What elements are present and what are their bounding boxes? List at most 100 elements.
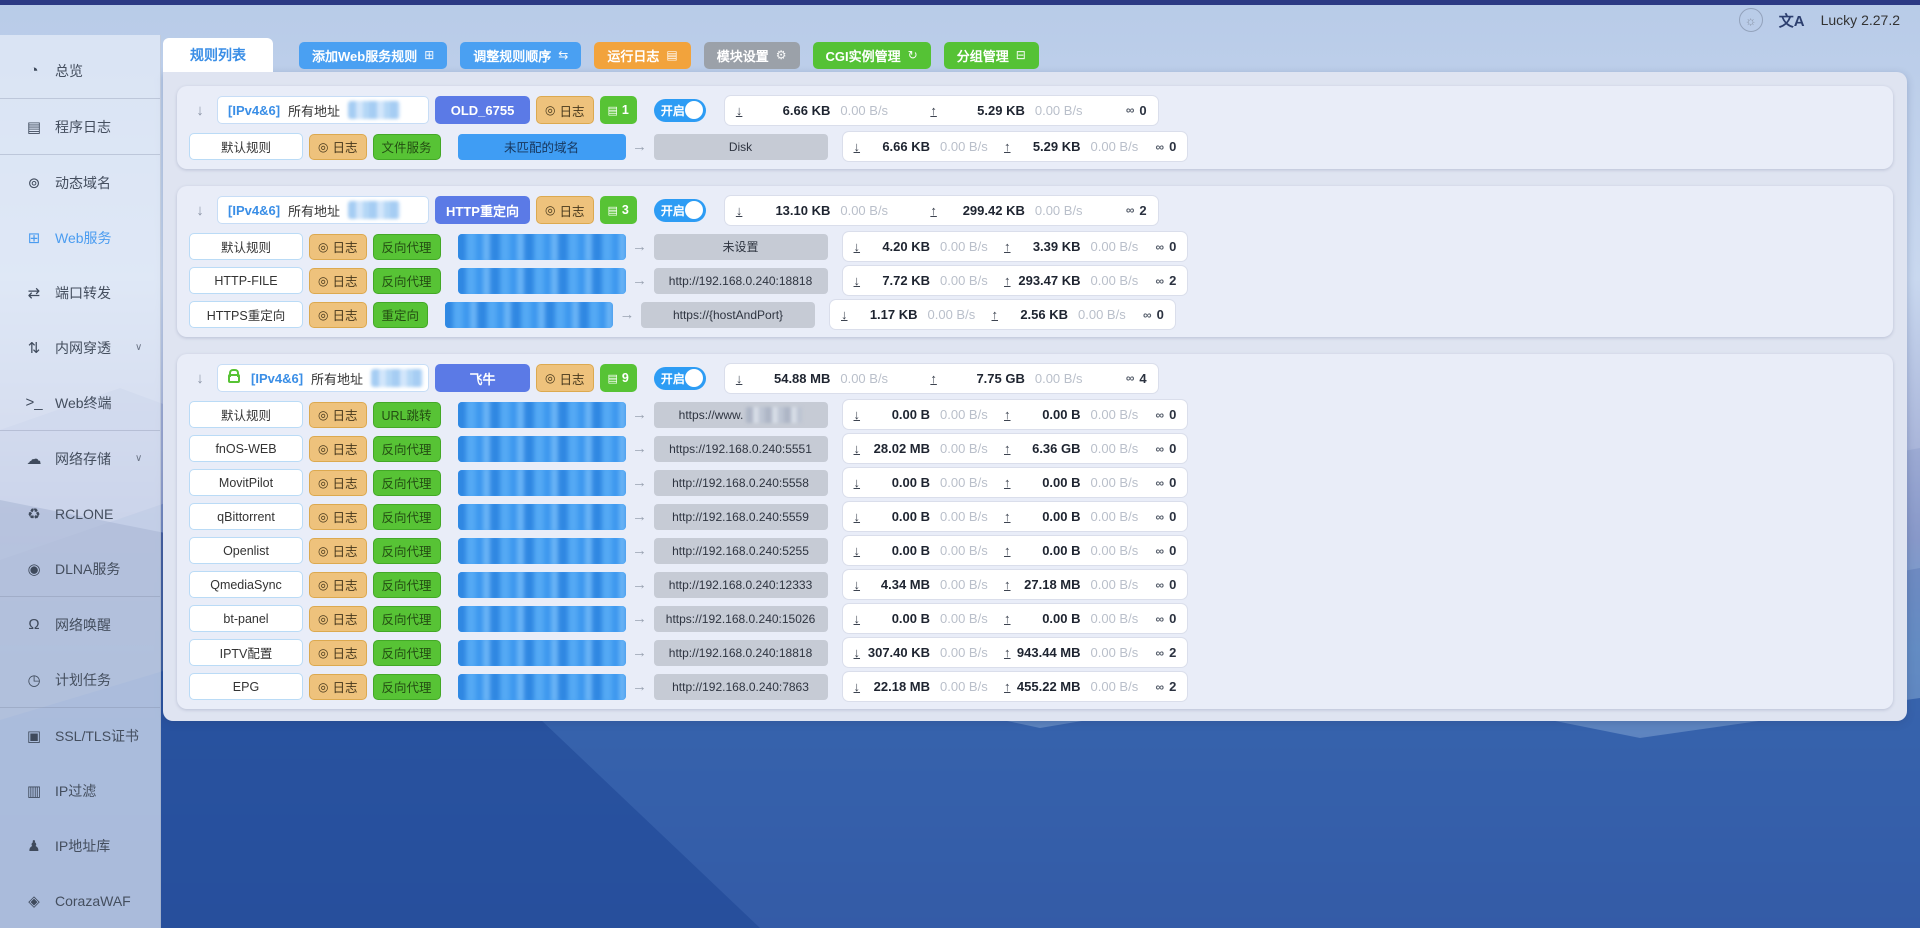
- rule-count-badge[interactable]: ▤ 9: [599, 364, 637, 392]
- sidebar-item-web-terminal[interactable]: >_ Web终端: [0, 375, 160, 430]
- frontend-domain[interactable]: [457, 267, 626, 294]
- sidebar-item-scheduled-tasks[interactable]: ◷ 计划任务: [0, 652, 160, 707]
- frontend-domain[interactable]: [457, 233, 626, 260]
- sidebar-item-web-service[interactable]: ⊞ Web服务: [0, 210, 160, 265]
- backend-target[interactable]: http://192.168.0.240:18818: [653, 639, 828, 666]
- rule-type-tag[interactable]: 反向代理: [372, 571, 441, 598]
- rule-name-button[interactable]: bt-panel: [189, 605, 303, 632]
- rule-name-button[interactable]: MovitPilot: [189, 469, 303, 496]
- add-rule-button[interactable]: 添加Web服务规则 ⊞: [299, 41, 448, 69]
- log-tag-button[interactable]: ◎ 日志: [309, 639, 367, 666]
- listen-address-box[interactable]: [IPv4&6] 所有地址: [217, 364, 429, 392]
- log-tag-button[interactable]: ◎ 日志: [536, 96, 594, 124]
- frontend-domain[interactable]: [457, 503, 626, 530]
- rule-count-badge[interactable]: ▤ 3: [599, 196, 637, 224]
- rule-type-tag[interactable]: 反向代理: [372, 673, 441, 700]
- rule-name-button[interactable]: HTTP-FILE: [189, 267, 303, 294]
- module-settings-button[interactable]: 模块设置 ⚙: [703, 41, 800, 69]
- sidebar-item-wake-on-lan[interactable]: Ω 网络唤醒: [0, 597, 160, 652]
- sidebar-item-overview[interactable]: ◔ 总览: [0, 43, 160, 98]
- backend-target[interactable]: http://192.168.0.240:12333: [653, 571, 828, 598]
- sidebar-item-network-storage[interactable]: ☁ 网络存储 ∨: [0, 431, 160, 486]
- log-tag-button[interactable]: ◎ 日志: [309, 503, 367, 530]
- log-tag-button[interactable]: ◎ 日志: [309, 469, 367, 496]
- rule-count-badge[interactable]: ▤ 1: [599, 96, 637, 124]
- enable-toggle[interactable]: 开启: [653, 98, 706, 122]
- frontend-domain[interactable]: [457, 469, 626, 496]
- rule-type-tag[interactable]: 反向代理: [372, 639, 441, 666]
- frontend-domain[interactable]: [457, 673, 626, 700]
- listen-address-box[interactable]: [IPv4&6] 所有地址: [217, 96, 429, 124]
- group-manage-button[interactable]: 分组管理 ⊟: [943, 41, 1039, 69]
- sidebar-item-ddns[interactable]: ⊚ 动态域名: [0, 155, 160, 210]
- sidebar-item-ip-library[interactable]: ♟ IP地址库: [0, 818, 160, 873]
- backend-target[interactable]: https://www.: [653, 401, 828, 428]
- backend-target[interactable]: http://192.168.0.240:5255: [653, 537, 828, 564]
- collapse-arrow-icon[interactable]: ↓: [189, 370, 211, 387]
- tab-rule-list[interactable]: 规则列表: [163, 38, 273, 72]
- rule-name-button[interactable]: Openlist: [189, 537, 303, 564]
- log-tag-button[interactable]: ◎ 日志: [309, 605, 367, 632]
- backend-target[interactable]: http://192.168.0.240:18818: [653, 267, 828, 294]
- listen-address-box[interactable]: [IPv4&6] 所有地址: [217, 196, 429, 224]
- sidebar-item-coraza-waf[interactable]: ◈ CorazaWAF: [0, 873, 160, 928]
- reorder-rules-button[interactable]: 调整规则顺序 ⇆: [460, 41, 582, 69]
- frontend-domain[interactable]: [457, 401, 626, 428]
- backend-target[interactable]: https://192.168.0.240:15026: [653, 605, 828, 632]
- rule-name-button[interactable]: QmediaSync: [189, 571, 303, 598]
- backend-target[interactable]: Disk: [653, 133, 828, 160]
- group-tag-button[interactable]: OLD_6755: [435, 96, 530, 124]
- log-tag-button[interactable]: ◎ 日志: [309, 571, 367, 598]
- sidebar-item-nat-traversal[interactable]: ⇅ 内网穿透 ∨: [0, 320, 160, 375]
- enable-toggle[interactable]: 开启: [653, 366, 706, 390]
- backend-target[interactable]: https://192.168.0.240:5551: [653, 435, 828, 462]
- log-tag-button[interactable]: ◎ 日志: [309, 133, 367, 160]
- log-tag-button[interactable]: ◎ 日志: [309, 537, 367, 564]
- rule-type-tag[interactable]: 反向代理: [372, 435, 441, 462]
- rule-name-button[interactable]: HTTPS重定向: [189, 301, 303, 328]
- rule-type-tag[interactable]: 重定向: [372, 301, 429, 328]
- rule-name-button[interactable]: 默认规则: [189, 401, 303, 428]
- sidebar-item-rclone[interactable]: ♻ RCLONE: [0, 486, 160, 541]
- brightness-toggle-button[interactable]: ☼: [1738, 8, 1763, 32]
- rule-name-button[interactable]: fnOS-WEB: [189, 435, 303, 462]
- log-tag-button[interactable]: ◎ 日志: [309, 401, 367, 428]
- rule-type-tag[interactable]: 反向代理: [372, 537, 441, 564]
- collapse-arrow-icon[interactable]: ↓: [189, 102, 211, 119]
- frontend-domain[interactable]: [457, 639, 626, 666]
- rule-name-button[interactable]: 默认规则: [189, 233, 303, 260]
- log-tag-button[interactable]: ◎ 日志: [309, 267, 367, 294]
- rule-type-tag[interactable]: 反向代理: [372, 267, 441, 294]
- sidebar-item-port-forward[interactable]: ⇄ 端口转发: [0, 265, 160, 320]
- rule-name-button[interactable]: IPTV配置: [189, 639, 303, 666]
- rule-type-tag[interactable]: 反向代理: [372, 233, 441, 260]
- sidebar-item-program-logs[interactable]: ▤ 程序日志: [0, 99, 160, 154]
- cgi-manage-button[interactable]: CGI实例管理 ↻: [812, 41, 931, 69]
- frontend-domain[interactable]: [457, 537, 626, 564]
- backend-target[interactable]: http://192.168.0.240:5558: [653, 469, 828, 496]
- rule-type-tag[interactable]: 反向代理: [372, 605, 441, 632]
- rule-type-tag[interactable]: URL跳转: [372, 401, 441, 428]
- rule-type-tag[interactable]: 反向代理: [372, 469, 441, 496]
- group-tag-button[interactable]: HTTP重定向: [435, 196, 530, 224]
- backend-target[interactable]: 未设置: [653, 233, 828, 260]
- language-button[interactable]: 文A: [1779, 10, 1805, 31]
- rule-name-button[interactable]: EPG: [189, 673, 303, 700]
- frontend-domain[interactable]: [457, 571, 626, 598]
- run-log-button[interactable]: 运行日志 ▤: [594, 41, 691, 69]
- log-tag-button[interactable]: ◎ 日志: [309, 435, 367, 462]
- frontend-domain[interactable]: [457, 605, 626, 632]
- sidebar-item-ip-filter[interactable]: ▥ IP过滤: [0, 763, 160, 818]
- backend-target[interactable]: http://192.168.0.240:5559: [653, 503, 828, 530]
- log-tag-button[interactable]: ◎ 日志: [536, 196, 594, 224]
- backend-target[interactable]: https://{hostAndPort}: [641, 301, 816, 328]
- log-tag-button[interactable]: ◎ 日志: [536, 364, 594, 392]
- frontend-domain[interactable]: 未匹配的域名: [457, 133, 626, 160]
- sidebar-item-dlna[interactable]: ◉ DLNA服务: [0, 541, 160, 596]
- frontend-domain[interactable]: [457, 435, 626, 462]
- collapse-arrow-icon[interactable]: ↓: [189, 202, 211, 219]
- rule-name-button[interactable]: qBittorrent: [189, 503, 303, 530]
- log-tag-button[interactable]: ◎ 日志: [309, 301, 367, 328]
- rule-type-tag[interactable]: 反向代理: [372, 503, 441, 530]
- group-tag-button[interactable]: 飞牛: [435, 364, 530, 392]
